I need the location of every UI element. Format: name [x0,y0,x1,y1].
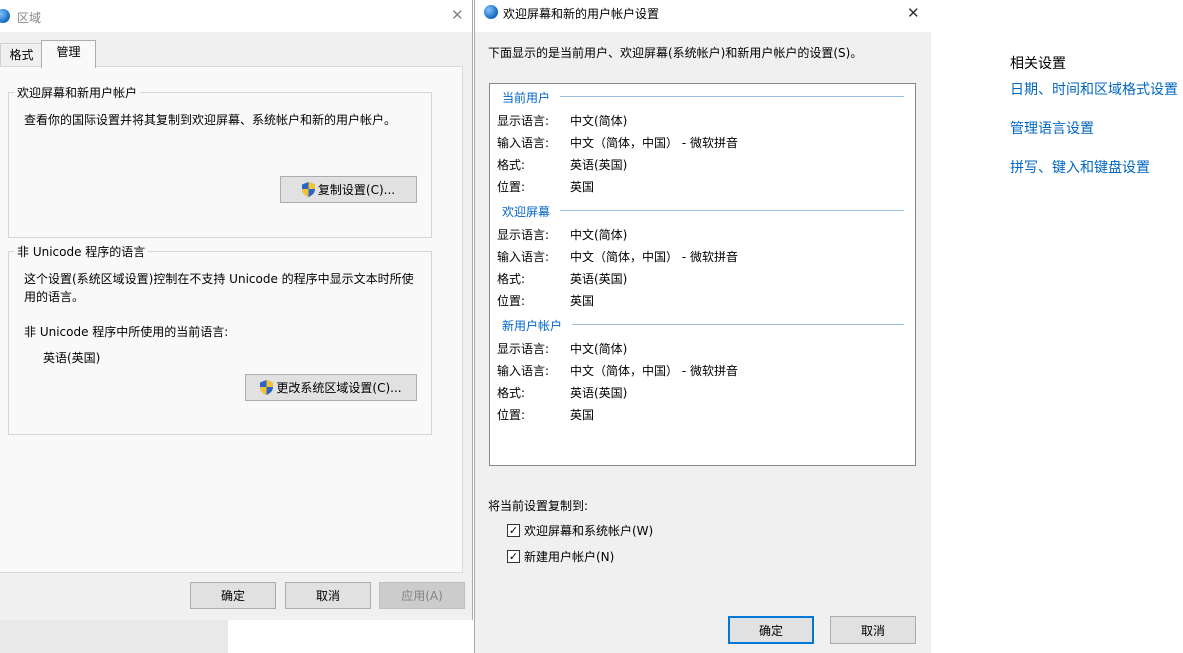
welcome-ok-button[interactable]: 确定 [728,616,814,644]
welcome-group-description: 查看你的国际设置并将其复制到欢迎屏幕、系统帐户和新的用户帐户。 [24,113,397,127]
close-icon[interactable]: ✕ [451,6,464,24]
row-value: 英语(英国) [570,386,628,400]
row-value: 中文（简体，中国） - 微软拼音 [570,364,738,378]
section-title-new-user: 新用户帐户 [502,319,563,333]
change-system-locale-button[interactable]: 更改系统区域设置(C)... [245,374,417,401]
checkbox-new-user[interactable]: ✓ 新建用户帐户(N) [507,548,614,565]
current-language-label: 非 Unicode 程序中所使用的当前语言: [24,325,229,339]
shield-icon [260,380,274,395]
tab-administrative-label: 管理 [56,45,81,59]
change-system-locale-label: 更改系统区域设置(C)... [276,381,402,395]
checkbox-checked-icon[interactable]: ✓ [507,524,520,537]
row-label: 显示语言: [497,342,550,356]
unicode-group-title: 非 Unicode 程序的语言 [14,243,149,260]
close-icon[interactable]: ✕ [907,4,920,22]
row-label: 输入语言: [497,136,550,150]
row-value: 中文(简体) [570,228,628,242]
region-titlebar [0,0,472,32]
row-value: 中文(简体) [570,114,628,128]
checkbox-welcome-system[interactable]: ✓ 欢迎屏幕和系统帐户(W) [507,522,653,539]
row-label: 输入语言: [497,364,550,378]
row-value: 英国 [570,180,595,194]
row-value: 英语(英国) [570,158,628,172]
unicode-description-line1: 这个设置(系统区域设置)控制在不支持 Unicode 的程序中显示文本时所使 [24,272,414,286]
row-label: 格式: [497,386,526,400]
region-apply-button[interactable]: 应用(A) [379,582,465,609]
section-title-current-user: 当前用户 [502,91,551,105]
row-label: 格式: [497,272,526,286]
row-value: 中文(简体) [570,342,628,356]
section-divider [560,210,904,211]
section-divider [560,96,904,97]
tab-format[interactable]: 格式 [0,43,43,67]
region-dialog: 区域 ✕ 格式 管理 欢迎屏幕和新用户帐户 查看你的国际设置并将其复制到欢迎屏幕… [0,0,473,620]
unicode-description-line2: 用的语言。 [24,290,85,304]
copy-settings-button[interactable]: 复制设置(C)... [280,176,417,203]
checkbox-checked-icon[interactable]: ✓ [507,550,520,563]
row-label: 位置: [497,294,526,308]
taskbar-fragment [0,620,228,653]
link-spelling-typing-keyboard[interactable]: 拼写、键入和键盘设置 [1010,157,1150,177]
row-label: 输入语言: [497,250,550,264]
row-value: 英国 [570,294,595,308]
welcome-cancel-label: 取消 [860,623,885,638]
welcome-intro: 下面显示的是当前用户、欢迎屏幕(系统帐户)和新用户帐户的设置(S)。 [488,46,863,60]
link-date-time-region-format[interactable]: 日期、时间和区域格式设置 [1010,79,1178,99]
copy-to-heading: 将当前设置复制到: [488,499,589,513]
region-ok-label: 确定 [220,589,245,603]
welcome-cancel-button[interactable]: 取消 [830,616,916,644]
row-label: 位置: [497,180,526,194]
section-title-welcome-screen: 欢迎屏幕 [502,205,551,219]
welcome-settings-dialog: 欢迎屏幕和新的用户帐户设置 ✕ 下面显示的是当前用户、欢迎屏幕(系统帐户)和新用… [474,0,931,653]
row-label: 显示语言: [497,228,550,242]
region-cancel-button[interactable]: 取消 [285,582,371,609]
row-value: 英语(英国) [570,272,628,286]
row-value: 英国 [570,408,595,422]
link-manage-language-settings[interactable]: 管理语言设置 [1010,118,1094,138]
checkbox-welcome-system-label: 欢迎屏幕和系统帐户(W) [524,524,654,538]
region-apply-label: 应用(A) [401,589,443,603]
tab-format-label: 格式 [9,48,34,62]
welcome-dialog-title: 欢迎屏幕和新的用户帐户设置 [503,7,660,21]
current-language-value: 英语(英国) [43,351,101,365]
region-dialog-title: 区域 [17,11,42,25]
row-label: 位置: [497,408,526,422]
copy-settings-label: 复制设置(C)... [317,183,396,197]
welcome-ok-label: 确定 [758,623,783,638]
settings-summary-box[interactable]: 当前用户 显示语言: 中文(简体) 输入语言: 中文（简体，中国） - 微软拼音… [489,83,916,466]
welcome-group-title: 欢迎屏幕和新用户帐户 [14,84,141,101]
row-label: 显示语言: [497,114,550,128]
row-value: 中文（简体，中国） - 微软拼音 [570,136,738,150]
related-settings-panel: 相关设置 [1010,53,1066,73]
checkbox-new-user-label: 新建用户帐户(N) [524,550,615,564]
region-cancel-label: 取消 [315,589,340,603]
shield-icon [301,182,315,197]
tab-administrative[interactable]: 管理 [41,40,96,68]
row-label: 格式: [497,158,526,172]
section-divider [572,324,904,325]
globe-icon [484,5,498,19]
related-settings-heading: 相关设置 [1010,56,1066,72]
region-ok-button[interactable]: 确定 [190,582,276,609]
row-value: 中文（简体，中国） - 微软拼音 [570,250,738,264]
